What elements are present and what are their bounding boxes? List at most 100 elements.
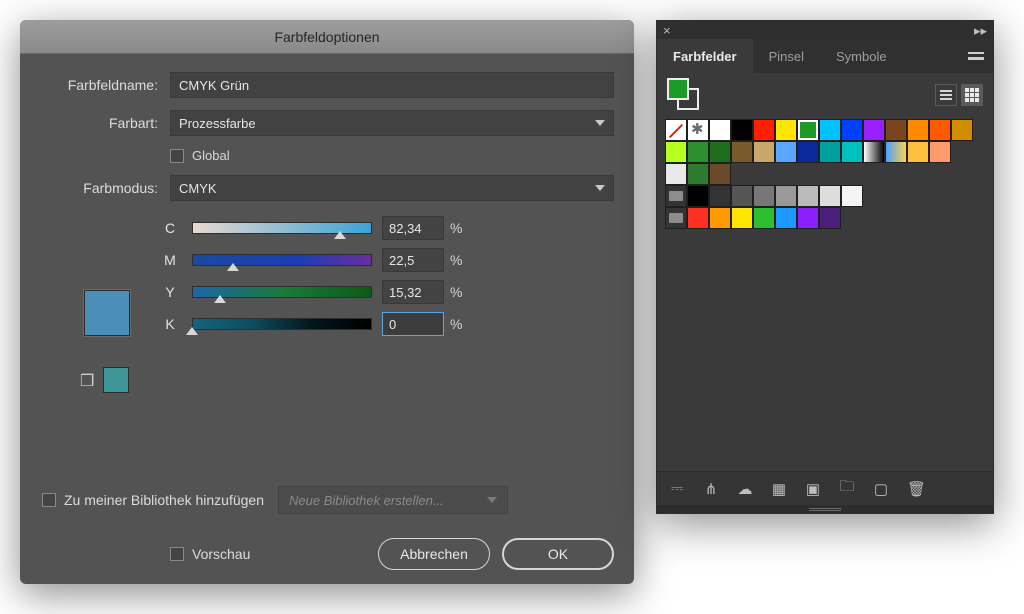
swatch[interactable] bbox=[665, 141, 687, 163]
preview-toggle[interactable]: Vorschau bbox=[170, 546, 250, 562]
swatch[interactable] bbox=[731, 119, 753, 141]
color-type-label: Farbart: bbox=[40, 115, 170, 131]
panel-menu-button[interactable] bbox=[959, 39, 993, 73]
swatch[interactable] bbox=[819, 185, 841, 207]
swatch[interactable] bbox=[753, 207, 775, 229]
swatch[interactable] bbox=[665, 119, 687, 141]
swatch[interactable] bbox=[907, 119, 929, 141]
cloud-icon[interactable]: ☁ bbox=[737, 480, 753, 498]
panel-header-strip[interactable]: × ▸▸ bbox=[657, 21, 993, 39]
grid-view-button[interactable] bbox=[961, 84, 983, 106]
swatch[interactable] bbox=[929, 141, 951, 163]
show-kinds-icon[interactable]: ⋔ bbox=[703, 480, 719, 498]
swatch-options-icon[interactable]: ▦ bbox=[771, 480, 787, 498]
swatch[interactable] bbox=[797, 207, 819, 229]
new-folder-icon[interactable]: 🗀 bbox=[839, 476, 855, 501]
panel-toolbar bbox=[657, 73, 993, 117]
new-group-icon[interactable]: ▣ bbox=[805, 480, 821, 498]
black-slider[interactable] bbox=[192, 318, 372, 330]
swatch[interactable] bbox=[687, 207, 709, 229]
swatch[interactable] bbox=[709, 163, 731, 185]
swatch[interactable] bbox=[951, 119, 973, 141]
swatch[interactable] bbox=[775, 185, 797, 207]
swatch[interactable] bbox=[665, 163, 687, 185]
yellow-knob[interactable] bbox=[214, 295, 226, 303]
swatch[interactable] bbox=[841, 141, 863, 163]
fill-swatch[interactable] bbox=[667, 78, 689, 100]
swatch[interactable] bbox=[731, 141, 753, 163]
swatch[interactable] bbox=[753, 119, 775, 141]
swatch[interactable] bbox=[709, 207, 731, 229]
collapse-icon[interactable]: ▸▸ bbox=[974, 24, 987, 37]
global-checkbox[interactable] bbox=[170, 149, 184, 163]
new-swatch-icon[interactable]: ▢ bbox=[873, 480, 889, 498]
swatch-name-input[interactable] bbox=[170, 72, 614, 98]
cyan-slider[interactable] bbox=[192, 222, 372, 234]
swatch[interactable] bbox=[709, 141, 731, 163]
swatch[interactable] bbox=[841, 119, 863, 141]
swatch[interactable] bbox=[907, 141, 929, 163]
add-to-library-checkbox[interactable] bbox=[42, 493, 56, 507]
swatch[interactable] bbox=[775, 119, 797, 141]
yellow-slider[interactable] bbox=[192, 286, 372, 298]
color-type-value: Prozessfarbe bbox=[179, 116, 256, 131]
swatch[interactable] bbox=[687, 141, 709, 163]
yellow-input[interactable] bbox=[382, 280, 444, 304]
ok-button[interactable]: OK bbox=[502, 538, 614, 570]
swatch[interactable] bbox=[731, 185, 753, 207]
black-input[interactable] bbox=[382, 312, 444, 336]
tab-symbols[interactable]: Symbole bbox=[820, 39, 903, 73]
swatch[interactable] bbox=[775, 207, 797, 229]
swatch[interactable] bbox=[709, 185, 731, 207]
tab-brushes[interactable]: Pinsel bbox=[753, 39, 820, 73]
fill-stroke-indicator[interactable] bbox=[667, 78, 701, 112]
swatch[interactable] bbox=[687, 119, 709, 141]
swatch[interactable] bbox=[863, 141, 885, 163]
swatch[interactable] bbox=[687, 185, 709, 207]
list-view-button[interactable] bbox=[935, 84, 957, 106]
swatch[interactable] bbox=[841, 185, 863, 207]
preview-checkbox[interactable] bbox=[170, 547, 184, 561]
libraries-icon[interactable]: ⎓ bbox=[669, 480, 685, 497]
black-knob[interactable] bbox=[186, 327, 198, 335]
swatch[interactable] bbox=[819, 207, 841, 229]
tab-swatches[interactable]: Farbfelder bbox=[657, 39, 753, 73]
cancel-button[interactable]: Abbrechen bbox=[378, 538, 490, 570]
cyan-row: C % bbox=[158, 213, 614, 243]
swatch[interactable] bbox=[687, 163, 709, 185]
magenta-knob[interactable] bbox=[227, 263, 239, 271]
swatch-grid[interactable] bbox=[657, 117, 993, 471]
swatch[interactable] bbox=[753, 141, 775, 163]
library-row: Zu meiner Bibliothek hinzufügen Neue Bib… bbox=[42, 486, 508, 514]
dialog-titlebar[interactable]: Farbfeldoptionen bbox=[20, 20, 634, 54]
swatch[interactable] bbox=[863, 119, 885, 141]
swatch[interactable] bbox=[797, 141, 819, 163]
swatch[interactable] bbox=[797, 119, 819, 141]
swatch[interactable] bbox=[709, 119, 731, 141]
swatch[interactable] bbox=[819, 119, 841, 141]
swatch[interactable] bbox=[797, 185, 819, 207]
swatch[interactable] bbox=[665, 185, 687, 207]
close-icon[interactable]: × bbox=[663, 24, 671, 37]
trash-icon[interactable]: 🗑 bbox=[907, 480, 923, 498]
swatch[interactable] bbox=[819, 141, 841, 163]
swatch[interactable] bbox=[775, 141, 797, 163]
cyan-knob[interactable] bbox=[334, 231, 346, 239]
swatch[interactable] bbox=[731, 207, 753, 229]
swatch[interactable] bbox=[753, 185, 775, 207]
swatch[interactable] bbox=[665, 207, 687, 229]
cyan-input[interactable] bbox=[382, 216, 444, 240]
panel-resize-handle[interactable] bbox=[657, 505, 993, 513]
swatch[interactable] bbox=[929, 119, 951, 141]
color-mode-select[interactable]: CMYK bbox=[170, 175, 614, 201]
color-type-select[interactable]: Prozessfarbe bbox=[170, 110, 614, 136]
color-preview-swatch bbox=[84, 290, 130, 336]
magenta-input[interactable] bbox=[382, 248, 444, 272]
pct-label: % bbox=[450, 284, 462, 300]
swatch[interactable] bbox=[885, 141, 907, 163]
swatch-name-row: Farbfeldname: bbox=[40, 72, 614, 98]
magenta-slider[interactable] bbox=[192, 254, 372, 266]
swatch[interactable] bbox=[885, 119, 907, 141]
library-select[interactable]: Neue Bibliothek erstellen... bbox=[278, 486, 508, 514]
pct-label: % bbox=[450, 252, 462, 268]
